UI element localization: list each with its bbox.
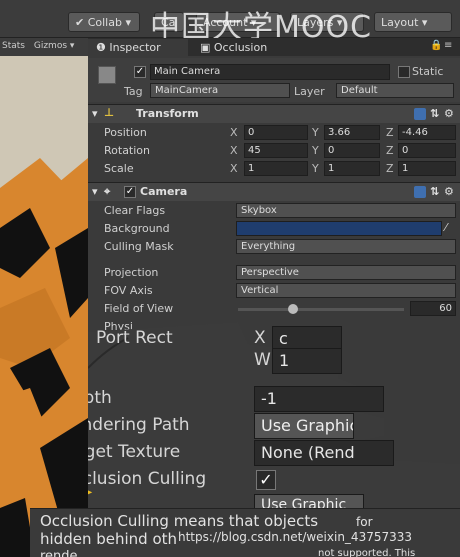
scale-y-input[interactable]: 1 — [324, 161, 380, 176]
stats-button[interactable]: Stats — [2, 41, 25, 51]
tab-occlusion[interactable]: ▣ Occlusion — [192, 39, 282, 56]
clear-flags-row: Clear Flags Skybox — [88, 202, 460, 220]
dropdown-arrow-icon[interactable]: ▾ — [70, 41, 75, 51]
position-x-input[interactable]: 0 — [244, 125, 308, 140]
inspector-tabbar: ❶ Inspector ▣ Occlusion 🔒 ≡ — [88, 38, 460, 56]
target-texture-field[interactable]: None (Rend — [254, 440, 394, 466]
static-label: Static — [412, 65, 444, 78]
rotation-z-input[interactable]: 0 — [398, 143, 456, 158]
fov-axis-row: FOV Axis Vertical — [88, 282, 460, 300]
csdn-watermark: https://blog.csdn.net/weixin_43757333 — [178, 530, 413, 544]
settings-gear-icon[interactable]: ⚙ — [444, 107, 454, 120]
field-of-view-row: Field of View 60 — [88, 300, 460, 318]
transform-header[interactable]: ▾ ⊥ Transform ⇅ ⚙ — [88, 104, 460, 123]
preset-icon[interactable]: ⇅ — [430, 107, 439, 120]
info-icon: ❶ — [96, 41, 110, 54]
top-toolbar: ✔ Collab ▾ Ca Account ▾ Layers ▾ Layout … — [0, 0, 460, 45]
dropdown-arrow-icon: ▾ — [418, 16, 428, 29]
camera-header[interactable]: ▾ ⌖ ✓ Camera ⇅ ⚙ — [88, 182, 460, 201]
culling-mask-dropdown[interactable]: Everything — [236, 239, 456, 254]
collab-button[interactable]: ✔ Collab ▾ — [68, 12, 140, 32]
gameobject-icon — [98, 66, 116, 84]
position-y-input[interactable]: 3.66 — [324, 125, 380, 140]
object-name-input[interactable]: Main Camera — [150, 64, 390, 80]
fov-input[interactable]: 60 — [410, 301, 456, 316]
occlusion-icon: ▣ — [200, 41, 214, 54]
collapse-arrow-icon: ▾ — [92, 107, 98, 120]
static-checkbox[interactable] — [398, 66, 410, 78]
inspector-panel: ❶ Inspector ▣ Occlusion 🔒 ≡ ✓ Main Camer… — [88, 38, 460, 557]
scene-toolbar: Stats Gizmos ▾ — [0, 38, 88, 56]
transform-axes-icon: ⊥ — [104, 106, 115, 119]
camera-enabled-checkbox[interactable]: ✓ — [124, 186, 136, 198]
tag-dropdown[interactable]: MainCamera — [150, 83, 290, 98]
occlusion-culling-checkbox[interactable]: ✓ — [256, 470, 276, 490]
panel-menu-icon[interactable]: ≡ — [444, 40, 452, 51]
fov-slider-track[interactable] — [238, 304, 404, 314]
scale-row: Scale X 1 Y 1 Z 1 — [88, 160, 460, 178]
rendering-path-label: Rendering Path — [88, 415, 190, 435]
occlusion-culling-label: Occlusion Culling — [88, 469, 207, 489]
mouse-cursor-icon: ➤ — [88, 482, 93, 503]
help-icon[interactable] — [414, 108, 426, 120]
scene-geometry — [0, 38, 88, 557]
physical-camera-row: Physi — [104, 320, 133, 333]
dropdown-arrow-icon: ▾ — [121, 16, 131, 29]
check-icon: ✔ — [75, 16, 88, 29]
camera-icon: ⌖ — [104, 185, 111, 198]
help-icon[interactable] — [414, 186, 426, 198]
rendering-path-dropdown[interactable]: Use Graphic — [254, 413, 354, 439]
rotation-y-input[interactable]: 0 — [324, 143, 380, 158]
rotation-row: Rotation X 45 Y 0 Z 0 — [88, 142, 460, 160]
layer-label: Layer — [294, 85, 325, 98]
tag-label: Tag — [124, 85, 143, 98]
fov-slider-handle[interactable] — [287, 304, 298, 314]
active-checkbox[interactable]: ✓ — [134, 66, 146, 78]
projection-row: Projection Perspective — [88, 264, 460, 282]
layout-dropdown[interactable]: Layout ▾ — [374, 12, 452, 32]
projection-dropdown[interactable]: Perspective — [236, 265, 456, 280]
depth-label: Depth — [88, 388, 112, 408]
fov-axis-dropdown[interactable]: Vertical — [236, 283, 456, 298]
tab-inspector[interactable]: ❶ Inspector — [88, 39, 188, 56]
background-row: Background ⁄ — [104, 221, 447, 236]
depth-input[interactable]: -1 — [254, 386, 384, 412]
lock-icon[interactable]: 🔒 — [430, 40, 442, 51]
scale-x-input[interactable]: 1 — [244, 161, 308, 176]
layer-dropdown[interactable]: Default — [336, 83, 454, 98]
preset-icon[interactable]: ⇅ — [430, 185, 439, 198]
position-row: Position X 0 Y 3.66 Z -4.46 — [88, 124, 460, 142]
clear-flags-dropdown[interactable]: Skybox — [236, 203, 456, 218]
rotation-x-input[interactable]: 45 — [244, 143, 308, 158]
background-color-swatch[interactable] — [236, 221, 442, 236]
eyedropper-icon[interactable]: ⁄ — [445, 221, 447, 234]
viewport-w-input[interactable]: 1 — [272, 348, 342, 374]
gizmos-button[interactable]: Gizmos — [34, 41, 67, 51]
collapse-arrow-icon: ▾ — [92, 185, 98, 198]
settings-gear-icon[interactable]: ⚙ — [444, 185, 454, 198]
object-header: ✓ Main Camera Static Tag MainCamera Laye… — [88, 58, 460, 102]
scale-z-input[interactable]: 1 — [398, 161, 456, 176]
position-z-input[interactable]: -4.46 — [398, 125, 456, 140]
viewport-w-label: W — [254, 350, 271, 370]
scene-view[interactable]: Stats Gizmos ▾ — [0, 38, 88, 557]
culling-mask-row: Culling Mask Everything — [88, 238, 460, 256]
target-texture-label: Target Texture — [88, 442, 181, 462]
